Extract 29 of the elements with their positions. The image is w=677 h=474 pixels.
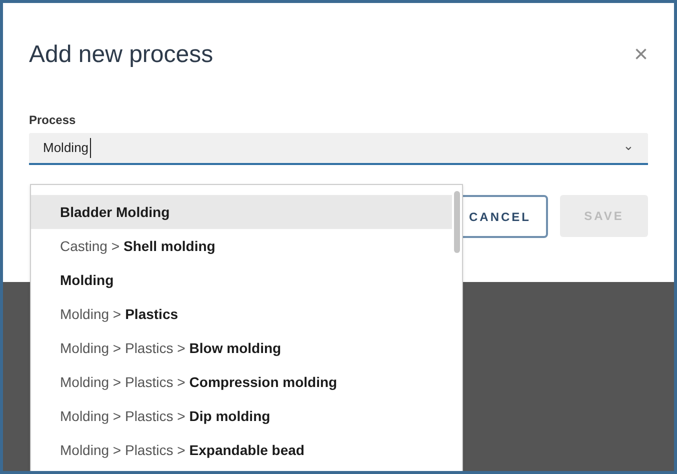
option-path: Molding > Plastics > <box>60 372 186 392</box>
option-match: Compression molding <box>189 372 338 392</box>
dialog-title: Add new process <box>29 40 214 70</box>
option-path: Casting > <box>60 236 120 256</box>
dropdown-option[interactable]: Bladder Molding <box>31 195 452 229</box>
dropdown-option[interactable]: Molding > Plastics > Expandable bead <box>31 433 452 467</box>
dropdown-option[interactable]: Casting > Shell molding <box>31 229 452 263</box>
dropdown-option[interactable]: Molding > Plastics <box>31 297 452 331</box>
dropdown-option[interactable]: Molding > Plastics > Dip molding <box>31 399 452 433</box>
dropdown-option[interactable]: Molding > Plastics > Compression molding <box>31 365 452 399</box>
dropdown-option[interactable]: Molding > Plastics > Blow molding <box>31 331 452 365</box>
field-value: Molding <box>43 138 91 158</box>
scrollbar-thumb[interactable] <box>454 191 460 253</box>
option-match: Dip molding <box>189 406 270 426</box>
dropdown-option[interactable]: Molding <box>31 263 452 297</box>
field-label: Process <box>29 112 77 129</box>
option-match: Bladder Molding <box>60 202 170 222</box>
option-match: Blow molding <box>189 338 282 358</box>
option-match: Molding <box>60 270 114 290</box>
option-path: Molding > <box>60 304 122 324</box>
caret-icon: ⌄ <box>623 138 634 152</box>
option-match: Expandable bead <box>189 440 304 460</box>
option-match: Plastics <box>125 304 178 324</box>
close-button[interactable]: × <box>634 43 648 67</box>
option-path: Molding > Plastics > <box>60 440 186 460</box>
option-path: Molding > Plastics > <box>60 338 186 358</box>
option-match: Shell molding <box>124 236 216 256</box>
option-path: Molding > Plastics > <box>60 406 186 426</box>
process-field[interactable]: Molding ⌄ <box>29 133 648 165</box>
